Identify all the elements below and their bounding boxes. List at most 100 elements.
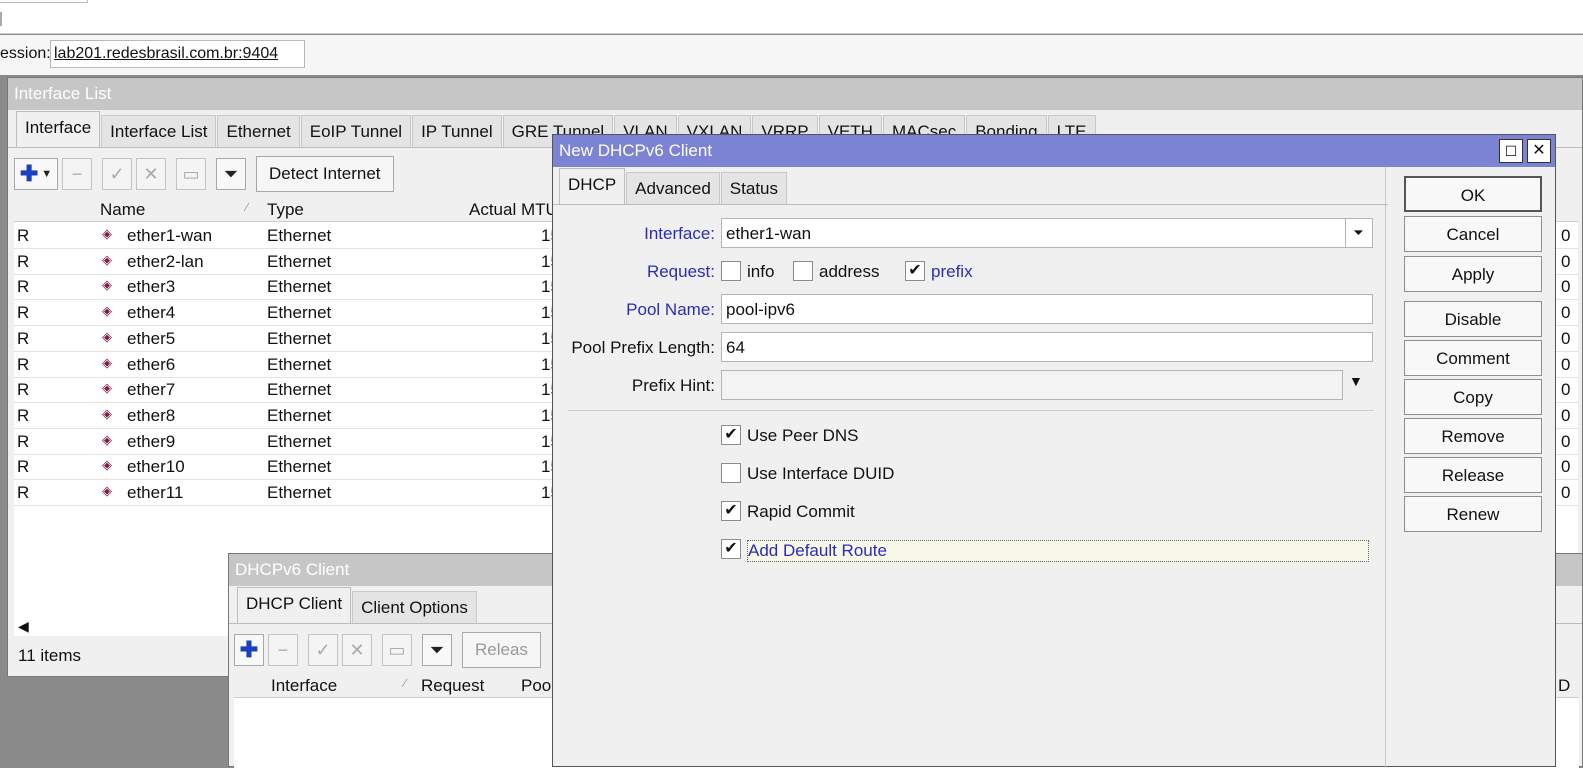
interface-status: 11 items	[18, 646, 81, 665]
filter-icon[interactable]: ⏷	[216, 158, 246, 190]
add-client-button[interactable]: ✚	[234, 634, 264, 666]
right-column-value: 0	[1561, 303, 1571, 323]
col-name[interactable]: Name	[100, 200, 145, 220]
apply-button[interactable]: Apply	[1404, 256, 1542, 292]
enable-button[interactable]: ✓	[102, 158, 132, 190]
request-prefix-checkbox[interactable]: ✔	[905, 261, 925, 281]
release-button[interactable]: Release	[1404, 457, 1542, 493]
row-type: Ethernet	[267, 483, 332, 502]
row-name: ether10	[127, 457, 185, 477]
sort-icon: ∕	[404, 676, 407, 690]
filter-client-icon[interactable]: ⏷	[422, 634, 452, 666]
enable-client-button[interactable]: ✓	[308, 634, 338, 666]
prefix-hint-field[interactable]	[721, 370, 1343, 400]
maximize-icon[interactable]: ☐	[1499, 139, 1523, 163]
row-name: ether5	[127, 328, 176, 348]
scroll-left-icon[interactable]: ◀	[18, 618, 29, 635]
dialog-titlebar[interactable]: New DHCPv6 Client ☐ ✕	[553, 135, 1555, 167]
row-flag: R	[17, 431, 30, 451]
row-flag: R	[17, 251, 30, 271]
row-name: ether7	[127, 380, 176, 400]
top-bar-marker	[0, 12, 2, 26]
col-right[interactable]: D	[1558, 676, 1570, 696]
right-column-value: 0	[1561, 328, 1571, 348]
remove-button[interactable]: −	[62, 158, 92, 190]
request-address-label: address	[819, 262, 880, 281]
ethernet-icon: ◈	[102, 483, 112, 498]
detect-internet-button[interactable]: Detect Internet	[256, 156, 394, 192]
disable-button[interactable]: ✕	[136, 158, 166, 190]
row-name: ether3	[127, 277, 176, 297]
comment-button[interactable]: Comment	[1404, 340, 1542, 376]
col-mtu[interactable]: Actual MTU	[469, 200, 558, 220]
prefix-hint-dropdown-icon[interactable]: ▼	[1349, 373, 1363, 389]
ethernet-icon: ◈	[102, 226, 112, 241]
right-column-value: 0	[1561, 380, 1571, 400]
tab-eoip-tunnel[interactable]: EoIP Tunnel	[300, 115, 412, 147]
close-icon[interactable]: ✕	[1527, 139, 1551, 163]
row-type: Ethernet	[267, 354, 332, 374]
use-interface-duid-checkbox[interactable]	[721, 463, 741, 483]
tab-ip-tunnel[interactable]: IP Tunnel	[412, 115, 502, 147]
row-type: Ethernet	[267, 277, 332, 297]
tab-dhcp[interactable]: DHCP	[559, 168, 626, 204]
use-peer-dns-label: Use Peer DNS	[747, 426, 859, 445]
disable-button[interactable]: Disable	[1404, 301, 1542, 337]
row-flag: R	[17, 303, 30, 323]
pool-prefix-length-field[interactable]: 64	[721, 332, 1373, 362]
disable-client-button[interactable]: ✕	[342, 634, 372, 666]
ethernet-icon: ◈	[102, 457, 112, 473]
remove-button[interactable]: Remove	[1404, 418, 1542, 454]
row-type: Ethernet	[267, 431, 332, 451]
use-peer-dns-checkbox[interactable]: ✔	[721, 425, 741, 445]
tab-advanced[interactable]: Advanced	[626, 172, 720, 204]
row-name: ether11	[127, 483, 184, 502]
right-column-value: 0	[1561, 405, 1571, 425]
add-default-route-checkbox[interactable]: ✔	[721, 539, 741, 559]
dhcpv6-client-toolbar: ✚ − ✓ ✕ ▭ ⏷ Releas	[234, 632, 541, 668]
tab-dhcp-client[interactable]: DHCP Client	[237, 587, 352, 623]
rapid-commit-label: Rapid Commit	[747, 502, 855, 521]
ok-button[interactable]: OK	[1404, 176, 1542, 212]
add-default-route-label[interactable]: Add Default Route	[747, 540, 1369, 562]
interface-select[interactable]: ether1-wan	[721, 218, 1373, 248]
tab-client-options[interactable]: Client Options	[352, 591, 477, 623]
right-column-value: 0	[1561, 457, 1571, 477]
renew-button[interactable]: Renew	[1404, 496, 1542, 532]
remove-client-button[interactable]: −	[268, 634, 298, 666]
row-type: Ethernet	[267, 328, 332, 348]
interface-list-titlebar[interactable]: Interface List	[8, 78, 1582, 110]
row-flag: R	[17, 380, 30, 400]
row-flag: R	[17, 328, 30, 348]
right-column-value: 0	[1561, 226, 1571, 245]
row-flag: R	[17, 277, 30, 297]
row-flag: R	[17, 457, 30, 477]
col-interface[interactable]: Interface	[271, 676, 337, 696]
row-name: ether1-wan	[127, 226, 213, 245]
request-address-checkbox[interactable]	[793, 261, 813, 281]
interface-dropdown-icon[interactable]: ⏷	[1345, 219, 1371, 247]
rapid-commit-checkbox[interactable]: ✔	[721, 501, 741, 521]
session-field[interactable]: lab201.redesbrasil.com.br:9404	[50, 40, 305, 68]
col-pool[interactable]: Poo	[521, 676, 551, 696]
copy-button[interactable]: Copy	[1404, 379, 1542, 415]
pool-name-field[interactable]: pool-ipv6	[721, 294, 1373, 324]
tab-interface[interactable]: Interface	[16, 111, 101, 147]
col-request[interactable]: Request	[421, 676, 484, 696]
cancel-button[interactable]: Cancel	[1404, 216, 1542, 252]
tab-status[interactable]: Status	[720, 172, 787, 204]
release-client-button[interactable]: Releas	[462, 632, 541, 668]
add-button[interactable]: ✚ ▼	[14, 158, 58, 190]
request-info-checkbox[interactable]	[721, 261, 741, 281]
comment-button[interactable]: ▭	[176, 158, 206, 190]
request-prefix-label: prefix	[931, 262, 973, 281]
request-label: Request:	[646, 262, 715, 281]
ethernet-icon: ◈	[102, 328, 112, 344]
top-bar	[0, 0, 1583, 34]
row-type: Ethernet	[267, 380, 332, 400]
tab-interface-list[interactable]: Interface List	[101, 115, 217, 147]
col-type[interactable]: Type	[267, 200, 304, 220]
interface-list-toolbar: ✚ ▼ − ✓ ✕ ▭ ⏷ Detect Internet	[14, 156, 554, 192]
tab-ethernet[interactable]: Ethernet	[217, 115, 300, 147]
comment-client-button[interactable]: ▭	[382, 634, 412, 666]
